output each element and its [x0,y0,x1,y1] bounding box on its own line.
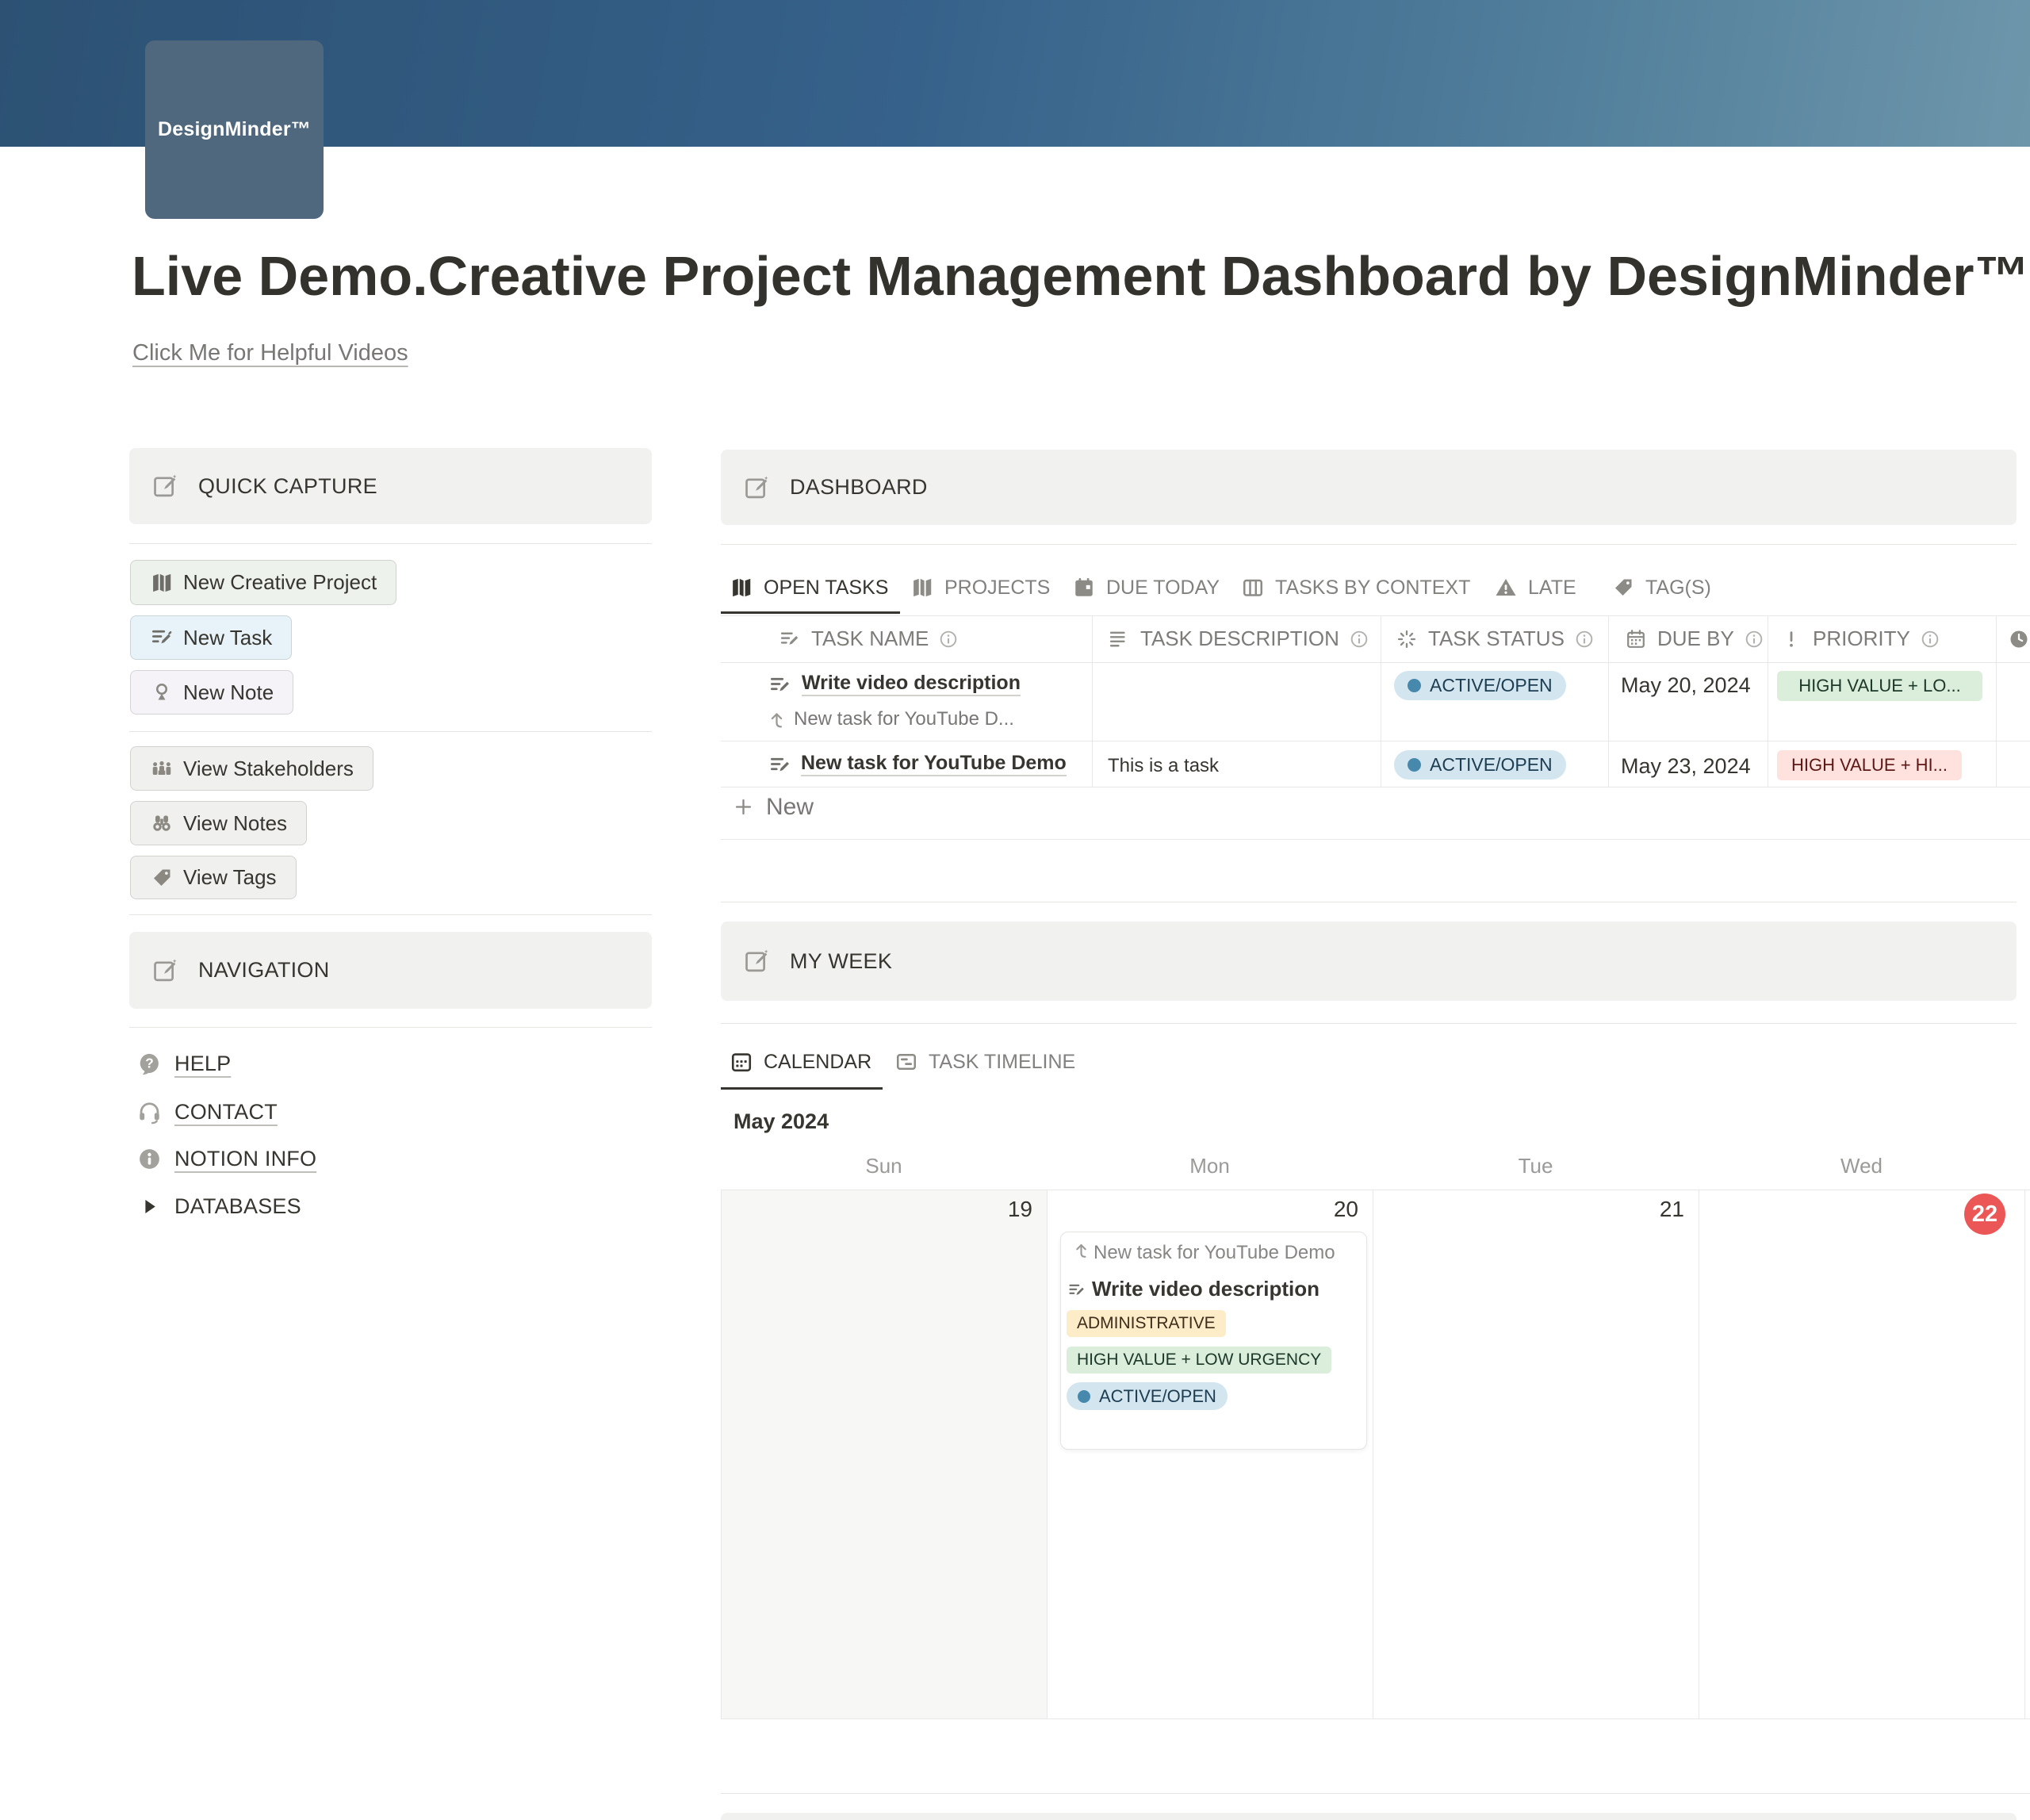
svg-text:?: ? [145,1055,154,1071]
